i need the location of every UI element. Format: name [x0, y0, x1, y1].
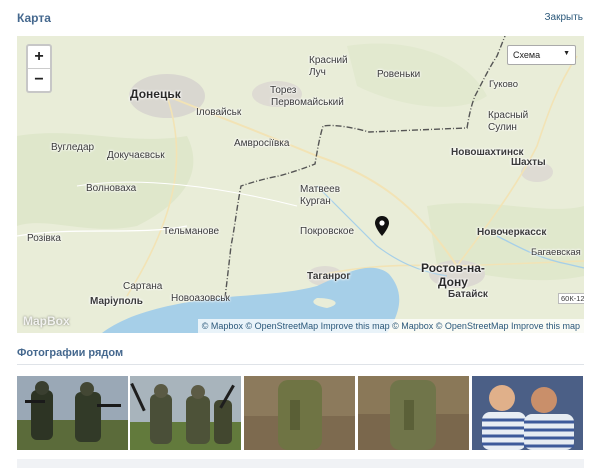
zoom-in-button[interactable]: + [28, 46, 50, 68]
photos-section-title: Фотографии рядом [17, 347, 124, 359]
photo-thumbnail[interactable] [472, 376, 583, 450]
city-rozivka: Розівка [27, 233, 61, 244]
city-pokrovskoe: Покровское [300, 226, 355, 237]
photo-thumbnail[interactable] [244, 376, 355, 450]
city-matveev-kurgan: Матвеев Курган [300, 184, 340, 207]
map-title: Карта [17, 11, 51, 25]
city-bataysk: Батайск [448, 289, 488, 300]
divider [17, 364, 584, 365]
city-krasnyi-sulin: Красный Сулин [488, 110, 529, 133]
city-novoazovsk: Новоазовськ [171, 293, 230, 304]
city-sartana: Сартана [123, 281, 163, 292]
mapbox-logo: MapBox [23, 314, 70, 328]
photo-thumbnail[interactable] [358, 376, 469, 450]
city-bagaevskaya: Багаевская [531, 247, 581, 258]
city-krasnyi-luch: Красний Луч [309, 55, 348, 78]
city-ilovaisk: Іловайськ [196, 107, 242, 118]
city-rovenki: Ровеньки [377, 69, 421, 80]
city-torez: Торез [270, 85, 297, 96]
layer-select-value: Схема [513, 50, 541, 60]
zoom-out-button[interactable]: − [28, 68, 50, 91]
map-header: Карта Закрыть [17, 7, 583, 29]
city-donetsk: Донецьк [130, 87, 181, 101]
bottom-bar [17, 459, 584, 468]
city-taganrog: Таганрог [307, 271, 351, 282]
city-rostov: Ростов-на- Дону [421, 261, 485, 289]
city-mariupol: Маріуполь [90, 296, 143, 307]
photo-thumbnail[interactable] [130, 376, 241, 450]
city-shakhty: Шахты [511, 157, 546, 168]
map-attribution[interactable]: © Mapbox © OpenStreetMap Improve this ma… [197, 319, 584, 333]
map-view[interactable]: Красний Луч Ровеньки Гуково Донецьк Торе… [17, 36, 584, 333]
city-gukovo: Гуково [489, 79, 519, 90]
photo-thumbnail[interactable] [17, 376, 128, 450]
city-telmanove: Тельманове [163, 226, 220, 237]
city-vuhledar: Вугледар [51, 142, 95, 153]
road-label: 60К-12 [558, 293, 584, 304]
city-pervomaiskyi: Первомайський [271, 97, 344, 108]
close-link[interactable]: Закрыть [544, 12, 583, 23]
chevron-down-icon: ▼ [563, 50, 570, 57]
zoom-control: + − [26, 44, 52, 93]
location-pin-icon[interactable] [375, 216, 389, 236]
city-volnovakha: Волноваха [86, 183, 137, 194]
city-dokuchaievsk: Докучаєвськ [107, 150, 165, 161]
city-amvrosiivka: Амвросіївка [234, 138, 290, 149]
city-novocherkassk: Новочеркасск [477, 227, 547, 238]
layer-select[interactable]: Схема ▼ [507, 45, 576, 65]
